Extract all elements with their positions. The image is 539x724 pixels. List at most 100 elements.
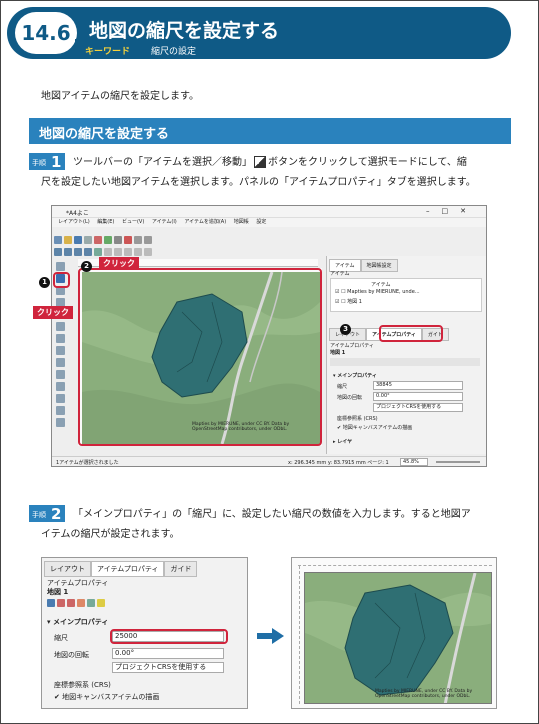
set-extent-icon[interactable] <box>57 599 65 607</box>
crs-label: 座標参照系 (CRS) <box>337 416 378 422</box>
arrow-icon <box>257 633 273 639</box>
scale-label: 縮尺 <box>337 384 348 390</box>
item-row-map[interactable]: ☑ ☐ 地図 1 <box>335 298 362 305</box>
item-row-attribution[interactable]: ☑ ☐ Mapties by MIERUNE, unde... <box>335 289 420 295</box>
click-label-1: クリック <box>33 306 73 319</box>
step-label: 手順 <box>32 159 46 167</box>
toolbar-1 <box>54 229 154 244</box>
panel2-crs-select[interactable]: プロジェクトCRSを使用する <box>112 662 224 673</box>
menu-view[interactable]: ビュー(V) <box>122 219 144 225</box>
layers-label: レイヤ <box>337 439 353 445</box>
scale-input-highlight <box>110 629 228 644</box>
panel2-main-props[interactable]: ▾ メインプロパティ <box>47 617 108 627</box>
window-controls[interactable]: –□✕ <box>426 207 478 215</box>
prop-icon-row <box>330 358 480 366</box>
result-map-item: Mapties by MIERUNE, under CC BY. Data by… <box>304 572 492 704</box>
step-1-line1a: ツールバーの「アイテムを選択／移動」 <box>73 157 252 168</box>
align-icon[interactable] <box>144 248 152 256</box>
add-north-arrow-icon[interactable] <box>56 382 65 391</box>
top-ruler <box>298 560 492 566</box>
step-label: 手順 <box>32 511 46 519</box>
zoom-out-icon[interactable] <box>64 248 72 256</box>
item-properties-highlight <box>379 325 443 342</box>
pan-icon[interactable] <box>56 262 65 271</box>
layout-canvas[interactable]: Mapties by MIERUNE, under CC BY. Data by… <box>78 268 322 446</box>
add-shape-icon[interactable] <box>56 394 65 403</box>
tab-layout[interactable]: レイアウト <box>44 561 91 577</box>
zoom-slider[interactable] <box>436 461 480 463</box>
panel2-rotation-input[interactable]: 0.00° <box>112 648 224 659</box>
tab-guides[interactable]: ガイド <box>164 561 198 577</box>
step-2-line1: 「メインプロパティ」の「縮尺」に、設定したい縮尺の数値を入力します。すると地図ア <box>73 509 471 520</box>
menu-atlas[interactable]: 地図帳 <box>234 219 249 225</box>
menu-layout[interactable]: レイアウト(L) <box>58 219 90 225</box>
step-1-line1b: ボタンをクリックして選択モードにして、縮 <box>268 157 467 168</box>
zoom-actual-icon[interactable] <box>84 248 92 256</box>
ungroup-icon[interactable] <box>124 248 132 256</box>
layers-header[interactable]: ▸ レイヤ <box>333 438 352 445</box>
keyword-value: 縮尺の設定 <box>151 47 197 57</box>
panel-tabs: アイテム 地図帳設定 <box>327 256 486 272</box>
add-arrow-icon[interactable] <box>56 406 65 415</box>
lock-icon[interactable] <box>104 248 112 256</box>
window-title: *A4よこ <box>66 210 89 217</box>
view-extent-icon[interactable] <box>67 599 75 607</box>
canvas-draw-checkbox[interactable]: ✔ 地図キャンバスアイテムの描画 <box>337 424 412 431</box>
select-tool-highlight <box>53 272 70 288</box>
tab-atlas-settings[interactable]: 地図帳設定 <box>360 259 398 272</box>
crs-select[interactable]: プロジェクトCRSを使用する <box>373 403 463 412</box>
callout-2: 2 <box>81 261 92 272</box>
add-scalebar-icon[interactable] <box>56 370 65 379</box>
result-map-preview: Mapties by MIERUNE, under CC BY. Data by… <box>291 557 497 709</box>
step-2-line2: イテムの縮尺が設定されます。 <box>41 529 180 540</box>
intro-text: 地図アイテムの縮尺を設定します。 <box>41 91 199 102</box>
canvas-draw-label: 地図キャンバスアイテムの描画 <box>342 425 413 431</box>
add-picture-icon[interactable] <box>56 334 65 343</box>
item-map-label: 地図 1 <box>347 299 362 305</box>
zoom-select[interactable]: 45.8% <box>400 458 428 466</box>
add-legend-icon[interactable] <box>56 358 65 367</box>
status-coords: x: 296.345 mm y: 83.7915 mm ページ: 1 <box>288 460 389 466</box>
menu-item[interactable]: アイテム(I) <box>152 219 177 225</box>
items-header: アイテム <box>330 271 350 277</box>
add-table-icon[interactable] <box>56 418 65 427</box>
raise-icon[interactable] <box>134 248 142 256</box>
step-number: 2 <box>51 505 62 523</box>
panel2-canvas-checkbox[interactable]: ✔ 地図キャンバスアイテムの描画 <box>54 692 159 702</box>
panel2-crs-label: 座標参照系 (CRS) <box>54 681 111 689</box>
panel2-scale-label: 縮尺 <box>54 634 68 642</box>
tab-item-properties[interactable]: アイテムプロパティ <box>91 561 165 577</box>
bookmark-icon[interactable] <box>87 599 95 607</box>
panel2-main-props-label: メインプロパティ <box>52 618 109 626</box>
move-to-scale-icon[interactable] <box>77 599 85 607</box>
add-3d-map-icon[interactable] <box>56 322 65 331</box>
select-move-icon <box>254 156 266 168</box>
panel2-canvas-label: 地図キャンバスアイテムの描画 <box>62 693 160 701</box>
items-column-header: アイテム <box>371 282 391 288</box>
left-ruler <box>294 566 300 704</box>
refresh-icon[interactable] <box>94 248 102 256</box>
menu-edit[interactable]: 編集(E) <box>97 219 114 225</box>
click-label-2: クリック <box>99 257 139 270</box>
step-2-badge: 手順 2 <box>29 505 65 523</box>
step-1-line2: 尺を設定したい地図アイテムを選択します。パネルの「アイテムプロパティ」タブを選択… <box>41 177 476 188</box>
zoom-in-icon[interactable] <box>54 248 62 256</box>
group-icon[interactable] <box>114 248 122 256</box>
window-titlebar: *A4よこ –□✕ <box>52 206 486 218</box>
panel2-map: 地図 1 <box>47 588 69 596</box>
menu-bar: レイアウト(L) 編集(E) ビュー(V) アイテム(I) アイテムを追加(A)… <box>52 218 486 227</box>
labels-icon[interactable] <box>97 599 105 607</box>
zoom-full-icon[interactable] <box>74 248 82 256</box>
menu-settings[interactable]: 設定 <box>256 219 266 225</box>
panel2-tabs: レイアウト アイテムプロパティ ガイド <box>44 561 198 577</box>
section-title: 地図の縮尺を設定する <box>39 127 170 142</box>
rotation-label: 地図の回転 <box>337 395 363 401</box>
scale-input[interactable]: 38845 <box>373 381 463 390</box>
update-preview-icon[interactable] <box>47 599 55 607</box>
map-item-highlight <box>78 268 322 446</box>
rotation-input[interactable]: 0.00° <box>373 392 463 401</box>
add-label-icon[interactable] <box>56 346 65 355</box>
main-props-header[interactable]: ▾ メインプロパティ <box>333 372 377 379</box>
menu-add-item[interactable]: アイテムを追加(A) <box>184 219 226 225</box>
section-heading: 地図の縮尺を設定する <box>29 118 511 144</box>
